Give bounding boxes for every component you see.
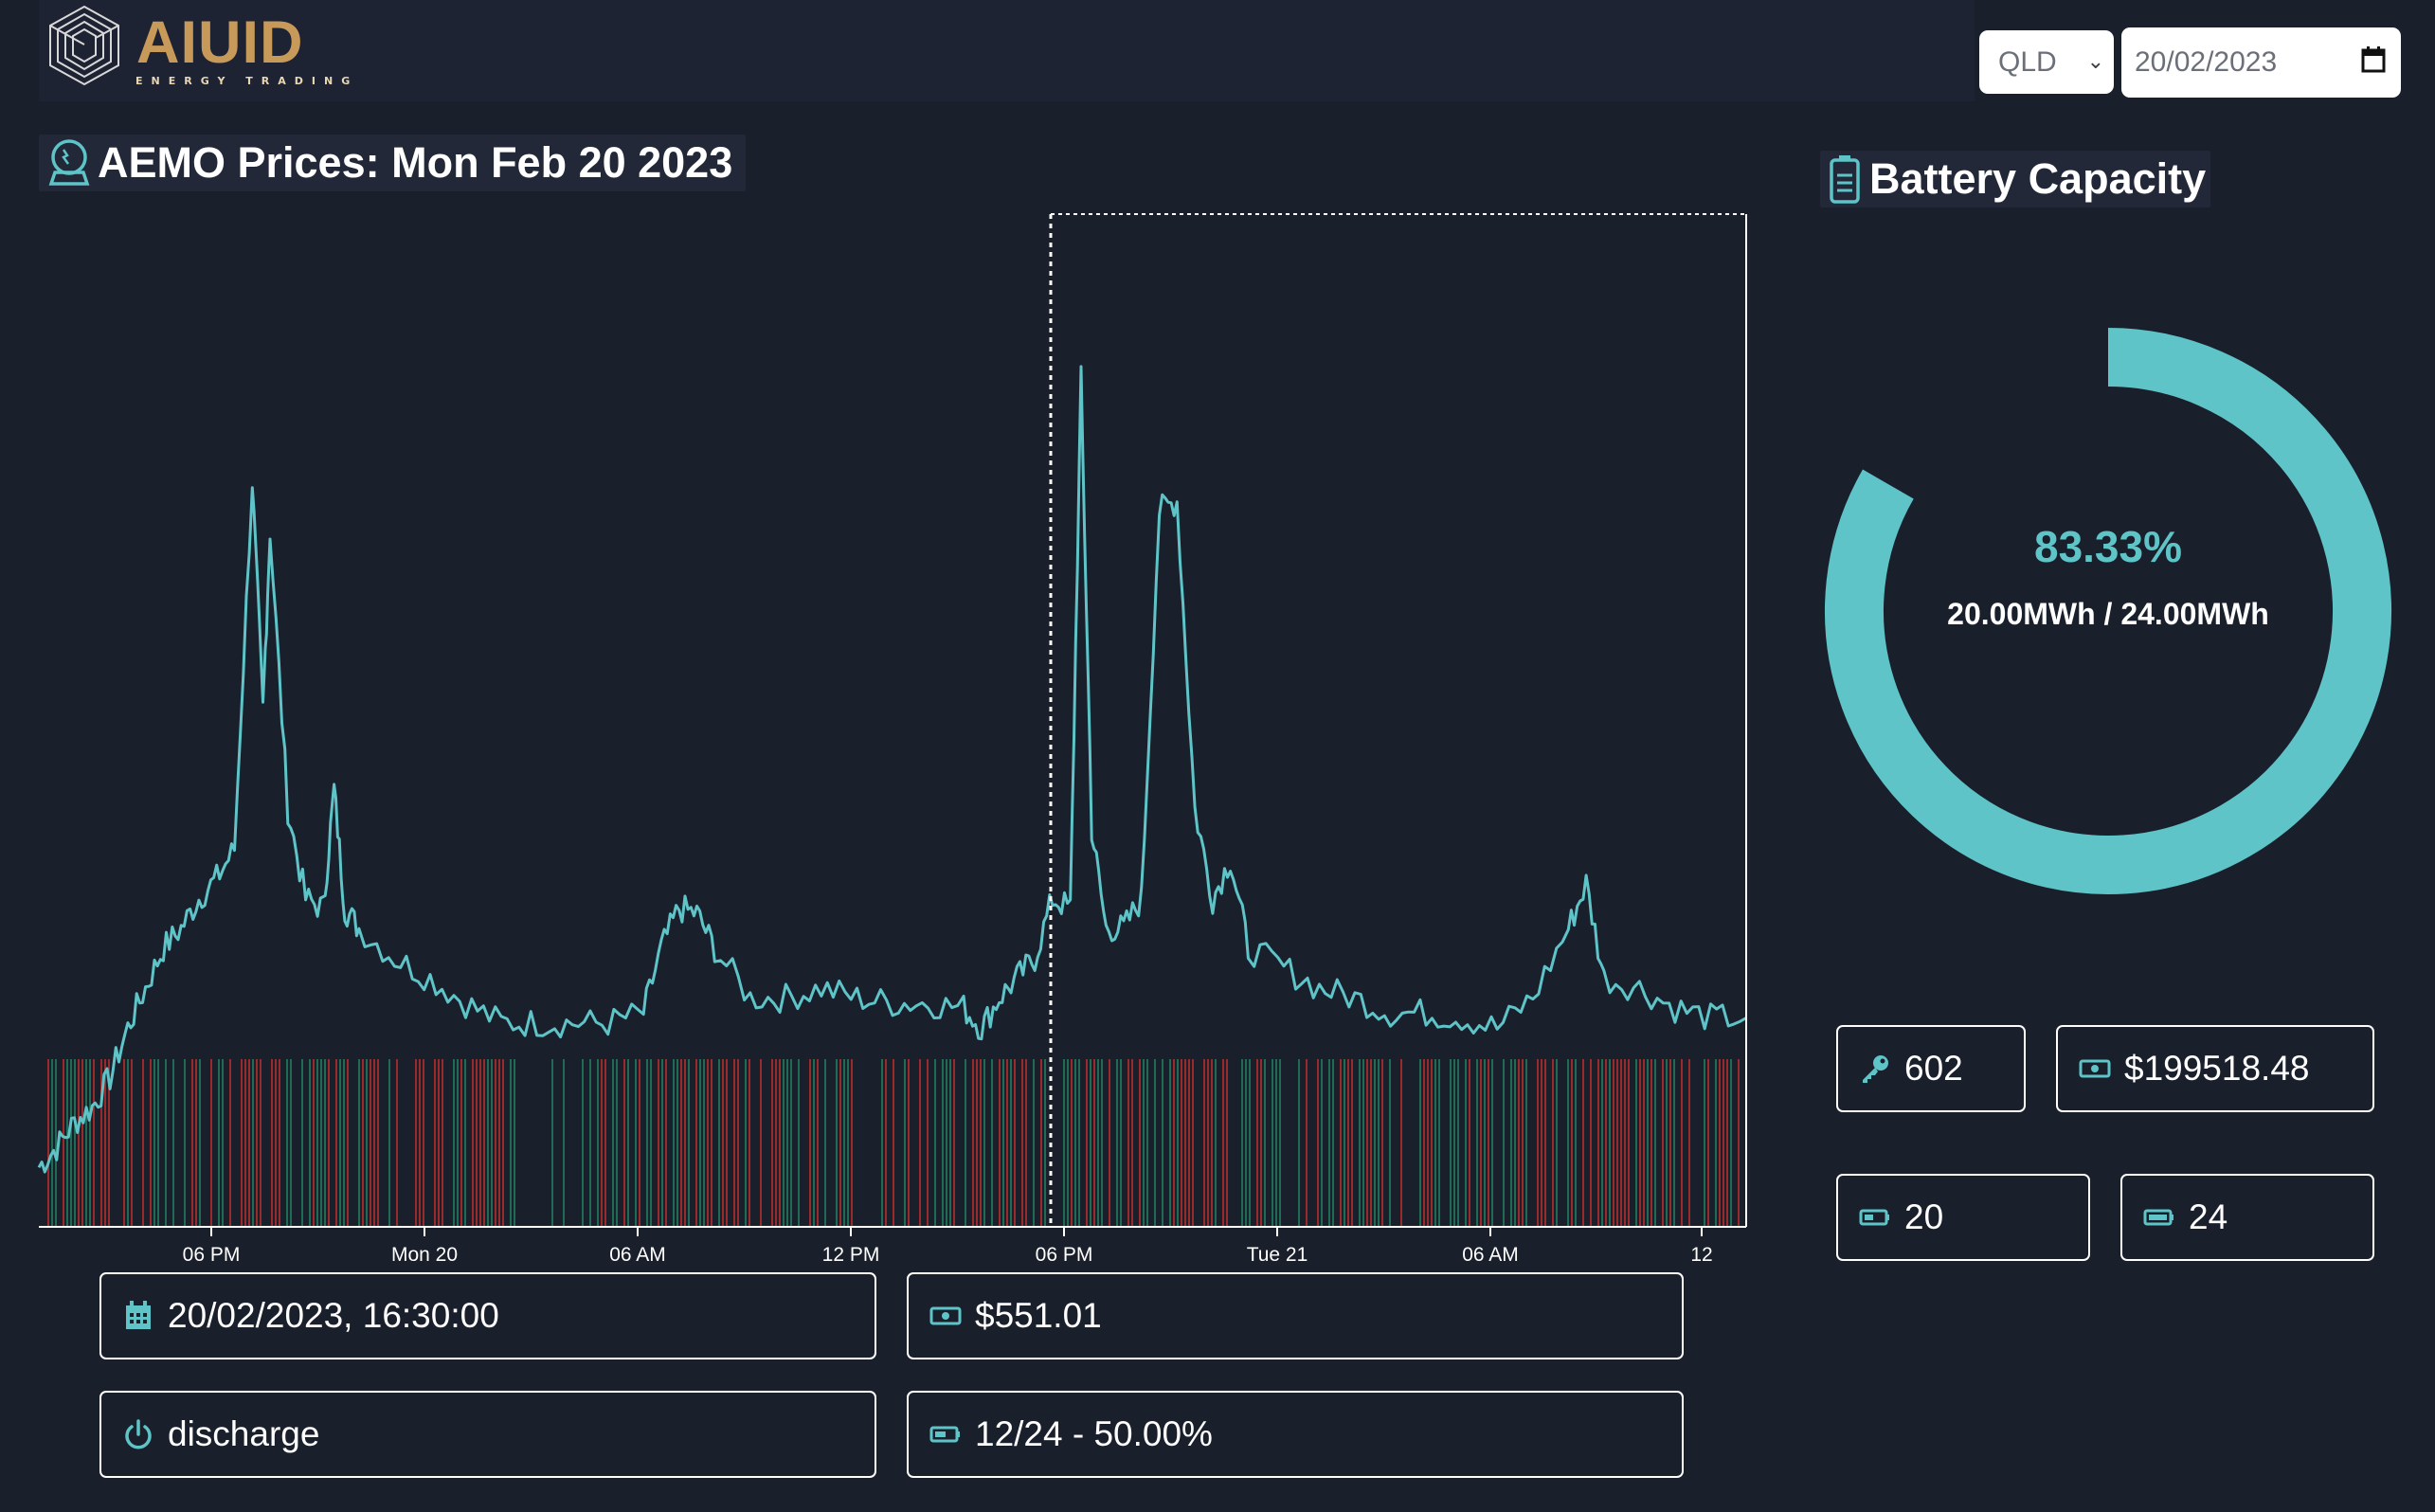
action-box: discharge [99,1391,876,1478]
x-tick-label: Mon 20 [391,1244,458,1266]
battery-state-box: 12/24 - 50.00% [907,1391,1684,1478]
price-chart-svg: 06 PM Mon 20 06 AM 12 PM 06 PM Tue 21 06 AM 12 [37,213,1747,1266]
x-tick-label: 06 PM [183,1244,241,1266]
money-stat-value: $199518.48 [2124,1049,2310,1088]
price-series-line [37,365,1747,1174]
battery-vertical-icon [1830,155,1860,204]
price-box: $551.01 [907,1272,1684,1359]
region-select[interactable]: QLD ⌄ [1979,30,2114,94]
signal-bars [47,1059,1740,1227]
battery-stat-b-box: 24 [2120,1174,2374,1261]
x-tick-label: 12 [1690,1244,1712,1266]
battery-state-value: 12/24 - 50.00% [975,1414,1213,1453]
key-stat-box: 602 [1836,1025,2026,1112]
date-input[interactable]: 20/02/2023 [2121,27,2401,98]
key-stat-value: 602 [1904,1049,1963,1088]
battery-capacity-text: 20.00MWh / 24.00MWh [1947,597,2269,631]
logo-wordmark: AIUID [136,9,304,76]
prices-panel-header: AEMO Prices: Mon Feb 20 2023 [39,135,746,191]
x-axis-ticks: 06 PM Mon 20 06 AM 12 PM 06 PM Tue 21 06 AM 12 [183,1227,1713,1266]
calendar-icon [126,1301,151,1329]
battery-stat-a-value: 20 [1904,1197,1944,1236]
power-icon [125,1419,152,1449]
battery-panel-header: Battery Capacity [1820,151,2210,207]
money-icon [2079,1059,2111,1078]
x-tick-label: Tue 21 [1247,1244,1308,1266]
date-input-value: 20/02/2023 [2135,46,2278,78]
battery-full-icon [2143,1209,2173,1226]
x-tick-label: 06 AM [1462,1244,1519,1266]
logo-mark-icon [49,5,119,86]
datetime-value: 20/02/2023, 16:30:00 [168,1296,499,1335]
logo-subtitle: ENERGY TRADING [135,75,359,87]
money-stat-box: $199518.48 [2056,1025,2374,1112]
key-icon [1863,1055,1888,1083]
battery-percent: 83.33% [2033,522,2182,571]
crystal-ball-icon [48,139,90,186]
price-chart[interactable]: 06 PM Mon 20 06 AM 12 PM 06 PM Tue 21 06 AM 12 [0,199,1800,1269]
logo: AIUID ENERGY TRADING [46,5,350,88]
datetime-box: 20/02/2023, 16:30:00 [99,1272,876,1359]
price-value: $551.01 [975,1296,1102,1335]
battery-stat-a-box: 20 [1836,1174,2090,1261]
region-select-value: QLD [1998,46,2057,78]
battery-icon [1859,1209,1889,1226]
battery-gauge: 83.33% 20.00MWh / 24.00MWh [1800,313,2416,928]
battery-title: Battery Capacity [1869,154,2207,203]
action-value: discharge [168,1414,320,1453]
money-icon [929,1306,962,1325]
prices-title: AEMO Prices: Mon Feb 20 2023 [98,138,733,187]
chevron-down-icon: ⌄ [2086,49,2104,73]
battery-stat-b-value: 24 [2189,1197,2228,1236]
x-tick-label: 12 PM [822,1244,880,1266]
hover-region [1051,213,1746,214]
calendar-icon[interactable] [2361,46,2386,73]
x-tick-label: 06 PM [1036,1244,1093,1266]
x-tick-label: 06 AM [609,1244,666,1266]
battery-icon [929,1426,960,1443]
